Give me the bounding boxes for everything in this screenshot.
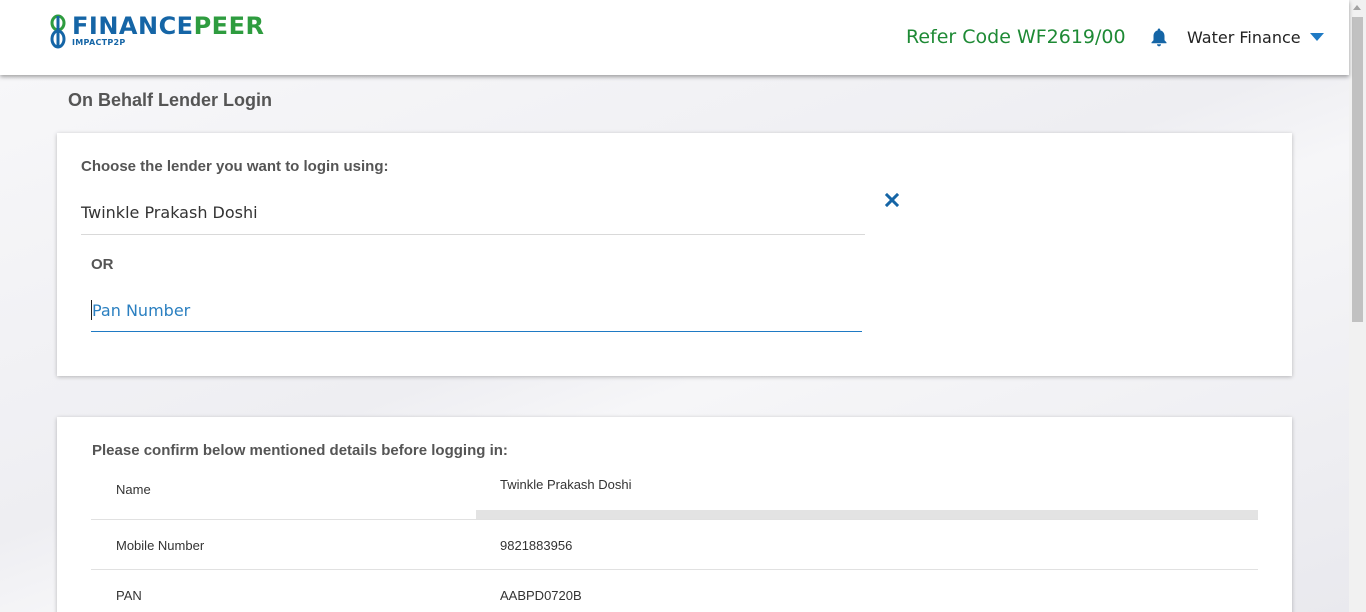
logo-wordmark: FINANCEPEER (72, 12, 265, 40)
row-label: PAN (116, 588, 142, 603)
bell-icon[interactable] (1150, 27, 1168, 47)
page-title: On Behalf Lender Login (68, 90, 273, 110)
or-separator: OR (91, 256, 114, 273)
caret-down-icon (1309, 33, 1324, 41)
refer-code: Refer Code WF2619/00 (906, 26, 1126, 48)
logo-tagline: IMPACTP2P (72, 38, 126, 47)
lender-selection-card: Choose the lender you want to login usin… (57, 133, 1292, 376)
close-icon[interactable] (885, 193, 899, 207)
user-menu[interactable]: Water Finance (1187, 28, 1324, 47)
value-divider-bar (476, 510, 1258, 519)
financepeer-logo[interactable]: FINANCEPEER IMPACTP2P (48, 12, 264, 52)
lender-select-field[interactable]: Twinkle Prakash Doshi (81, 193, 865, 235)
row-label: Mobile Number (116, 538, 205, 553)
row-value: AABPD0720B (500, 588, 582, 603)
table-row: Mobile Number 9821883956 (91, 520, 1258, 570)
logo-mark-icon (50, 14, 66, 49)
details-table: Name Twinkle Prakash Doshi Mobile Number… (91, 465, 1258, 612)
scrollbar-thumb[interactable] (1352, 17, 1363, 322)
confirmation-card: Please confirm below mentioned details b… (57, 417, 1292, 612)
table-row: Name Twinkle Prakash Doshi (91, 465, 1258, 520)
vertical-scrollbar[interactable] (1349, 0, 1366, 612)
table-row: PAN AABPD0720B (91, 570, 1258, 612)
pan-number-placeholder: Pan Number (92, 301, 191, 320)
selected-lender-value: Twinkle Prakash Doshi (81, 203, 258, 222)
scroll-up-arrow-icon[interactable] (1353, 5, 1361, 10)
row-label: Name (116, 482, 151, 497)
row-value: 9821883956 (500, 538, 573, 553)
pan-number-input[interactable]: Pan Number (91, 293, 862, 332)
row-value: Twinkle Prakash Doshi (500, 477, 632, 492)
choose-lender-label: Choose the lender you want to login usin… (81, 158, 389, 175)
top-header: FINANCEPEER IMPACTP2P Refer Code WF2619/… (0, 0, 1349, 75)
confirm-details-label: Please confirm below mentioned details b… (92, 442, 508, 459)
user-name: Water Finance (1187, 28, 1301, 47)
